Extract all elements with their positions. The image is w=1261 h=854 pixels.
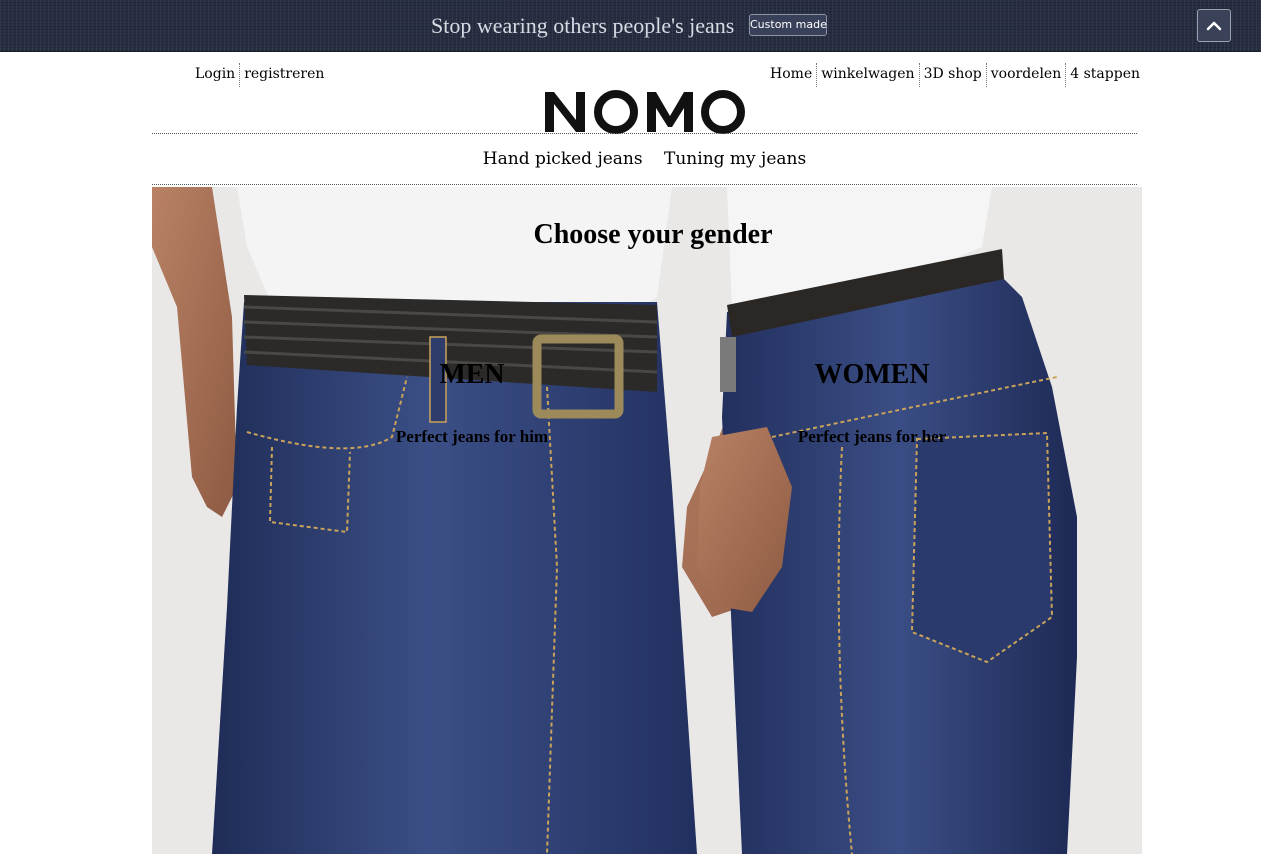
- sub-nav: Hand picked jeans Tuning my jeans: [152, 149, 1137, 169]
- nav-4-steps[interactable]: 4 stappen: [1065, 63, 1144, 87]
- register-link[interactable]: registreren: [239, 63, 328, 87]
- women-subtitle: Perfect jeans for her: [797, 427, 947, 446]
- promo-text: Stop wearing others people's jeans: [431, 13, 735, 38]
- hero-gender-chooser: Choose your gender MEN Perfect jeans for…: [152, 187, 1142, 854]
- women-title: WOMEN: [814, 359, 930, 390]
- women-option[interactable]: WOMEN Perfect jeans for her: [782, 359, 962, 447]
- chevron-up-icon: [1206, 21, 1222, 31]
- nav-home[interactable]: Home: [766, 63, 816, 87]
- nav-benefits[interactable]: voordelen: [985, 63, 1066, 87]
- account-nav: Login registreren: [191, 63, 328, 87]
- subnav-hand-picked[interactable]: Hand picked jeans: [483, 149, 643, 169]
- custom-made-button[interactable]: Custom made: [749, 14, 827, 36]
- promo-bar: Stop wearing others people's jeans Custo…: [0, 0, 1261, 52]
- header-divider: [152, 133, 1137, 134]
- nav-cart[interactable]: winkelwagen: [816, 63, 918, 87]
- login-link[interactable]: Login: [191, 63, 239, 87]
- men-subtitle: Perfect jeans for him: [395, 427, 549, 446]
- men-option[interactable]: MEN Perfect jeans for him: [382, 359, 562, 447]
- logo-wordmark: [545, 90, 745, 134]
- jeans-photo: [152, 187, 1142, 854]
- collapse-button[interactable]: [1197, 9, 1231, 42]
- nav-3d-shop[interactable]: 3D shop: [918, 63, 986, 87]
- subnav-tuning[interactable]: Tuning my jeans: [664, 149, 806, 169]
- subnav-divider: [152, 184, 1137, 185]
- men-title: MEN: [439, 359, 505, 390]
- hero-title: Choose your gender: [533, 219, 773, 250]
- nomo-logo[interactable]: [543, 88, 745, 138]
- main-nav: Home winkelwagen 3D shop voordelen 4 stappen: [766, 63, 1144, 87]
